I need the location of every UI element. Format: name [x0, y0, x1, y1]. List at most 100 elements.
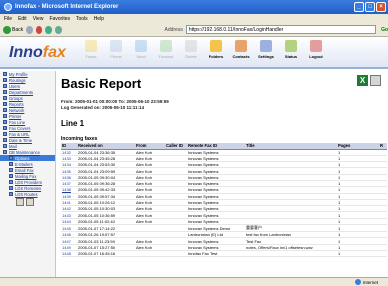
page-title: Basic Report [61, 76, 142, 91]
window-titlebar: Innofax - Microsoft Internet Explorer _ … [0, 0, 388, 14]
status-zone: Internet [362, 279, 378, 285]
sidebar-bullet-icon [3, 138, 7, 142]
sidebar: My Profile Routings Users Departments Groups… [0, 71, 56, 277]
fax-icon [85, 40, 97, 52]
sidebar-bullet-icon [3, 132, 7, 136]
menu-edit[interactable]: Edit [18, 16, 27, 22]
nav-label: Forward [158, 54, 174, 59]
sidebar-bullet-icon [3, 150, 7, 154]
nav-folders[interactable]: Folders [205, 40, 227, 59]
menu-help[interactable]: Help [94, 16, 104, 22]
forward-arrow-icon[interactable] [26, 25, 33, 34]
report-actions: X [357, 75, 381, 86]
sidebar-footer [16, 198, 34, 206]
nav-label: Contacts [232, 54, 250, 59]
logout-icon [310, 40, 322, 52]
table-row: 1448 2005-01-07 16:45:16 Innofax Fax Test 1 [61, 250, 387, 258]
sidebar-bullet-icon [3, 102, 7, 106]
nav-forward[interactable]: Forward [155, 40, 177, 59]
table-body: 1432 2005-01-04 23:36:35 Alex Koh Innovax S… [61, 149, 387, 258]
nav-contacts[interactable]: Contacts [230, 40, 252, 59]
nav-label: Faxes [85, 54, 97, 59]
window-controls: _ □ × [354, 2, 386, 12]
menu-favorites[interactable]: Favorites [49, 16, 70, 22]
nav-settings[interactable]: Settings [255, 40, 277, 59]
report-meta: From: 2005-01-01 00:00:00 To: 2005-06-10… [61, 99, 169, 110]
sidebar-bullet-icon [3, 120, 7, 124]
minimize-button[interactable]: _ [354, 2, 364, 12]
nav-label: Folders [208, 54, 224, 59]
window-title: Innofax - Microsoft Internet Explorer [15, 4, 119, 10]
table-cell: Innovax Systems Demo [187, 224, 245, 233]
sidebar-bullet-icon [9, 168, 13, 172]
table-cell: Innofax Fax Test [187, 250, 245, 258]
table-cell [245, 250, 337, 258]
sidebar-bullet-icon [3, 126, 7, 130]
nav-send[interactable]: Send [130, 40, 152, 59]
nav-label: Send [136, 54, 146, 59]
back-arrow-icon [3, 25, 11, 34]
contacts-icon [235, 40, 247, 52]
back-button[interactable]: Back [3, 25, 23, 34]
sidebar-bullet-icon [3, 78, 7, 82]
folder-icon [210, 40, 222, 52]
sidebar-button-1[interactable] [16, 198, 24, 206]
sidebar-bullet-icon [9, 186, 13, 190]
send-icon [135, 40, 147, 52]
report-main: Basic Report X From: 2005-01-01 00:00:00… [58, 71, 388, 277]
nav-status[interactable]: Status [280, 40, 302, 59]
nav-delete[interactable]: Delete [180, 40, 202, 59]
table-cell: 1 [337, 224, 379, 233]
menu-view[interactable]: View [33, 16, 44, 22]
fax-id-link[interactable]: 1445 [61, 224, 77, 233]
table-cell: 重要客户 [245, 224, 337, 233]
sidebar-item-lds-routes[interactable]: LDS Routes [0, 191, 55, 197]
table-cell [165, 250, 187, 258]
printer-icon[interactable] [370, 75, 381, 86]
sidebar-bullet-icon [3, 114, 7, 118]
sidebar-bullet-icon [9, 174, 13, 178]
internet-zone-icon [354, 279, 361, 285]
sidebar-bullet-icon [9, 156, 13, 160]
innofax-logo: Innofax [9, 44, 66, 61]
home-icon[interactable] [54, 25, 62, 34]
menu-bar: File Edit View Favorites Tools Help [0, 14, 388, 23]
table-cell [379, 224, 387, 233]
app-nav: Faxes Phone Send Forward Delete Folders Contac… [80, 40, 327, 59]
sidebar-bullet-icon [9, 192, 13, 196]
sidebar-bullet-icon [3, 72, 7, 76]
sidebar-button-2[interactable] [26, 198, 34, 206]
ie-logo-icon [4, 3, 12, 11]
sidebar-bullet-icon [3, 144, 7, 148]
nav-label: Phone [110, 54, 122, 59]
table-row: 1445 2005-01-07 17:14:22 Innovax Systems D… [61, 224, 387, 233]
nav-label: Delete [185, 54, 197, 59]
section-heading: Incoming faxes [61, 136, 98, 142]
table-cell [135, 224, 165, 233]
go-button[interactable]: Go [381, 27, 388, 33]
nav-label: Logout [309, 54, 323, 59]
table-cell: 1 [337, 250, 379, 258]
maximize-button[interactable]: □ [365, 2, 375, 12]
nav-faxes[interactable]: Faxes [80, 40, 102, 59]
sidebar-bullet-icon [3, 96, 7, 100]
nav-label: Settings [258, 54, 274, 59]
sidebar-bullet-icon [9, 162, 13, 166]
excel-export-icon[interactable]: X [357, 75, 368, 86]
refresh-icon[interactable] [45, 25, 52, 34]
address-input[interactable]: https://192.168.0.11/InnoFax/LoginHandle… [185, 25, 377, 34]
table-cell [135, 250, 165, 258]
sidebar-bullet-icon [3, 84, 7, 88]
close-button[interactable]: × [376, 2, 386, 12]
fax-id-link[interactable]: 1448 [61, 250, 77, 258]
nav-logout[interactable]: Logout [305, 40, 327, 59]
menu-file[interactable]: File [4, 16, 12, 22]
sidebar-bullet-icon [9, 180, 13, 184]
sidebar-bullet-icon [3, 108, 7, 112]
menu-tools[interactable]: Tools [76, 16, 88, 22]
table-cell [379, 250, 387, 258]
nav-phone[interactable]: Phone [105, 40, 127, 59]
settings-icon [260, 40, 272, 52]
stop-icon[interactable] [35, 25, 43, 34]
delete-icon [185, 40, 197, 52]
